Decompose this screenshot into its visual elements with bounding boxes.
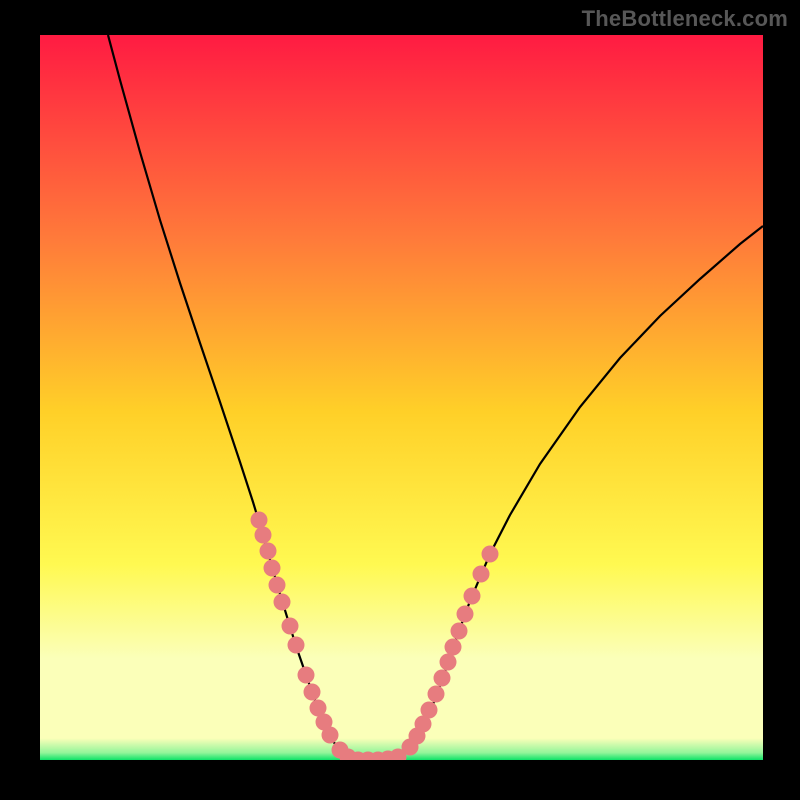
data-marker: [482, 546, 499, 563]
stage: TheBottleneck.com: [0, 0, 800, 800]
data-marker: [451, 623, 468, 640]
data-marker: [274, 594, 291, 611]
data-marker: [269, 577, 286, 594]
data-marker: [251, 512, 268, 529]
data-marker: [434, 670, 451, 687]
data-marker: [255, 527, 272, 544]
data-marker: [428, 686, 445, 703]
data-marker: [260, 543, 277, 560]
watermark-text: TheBottleneck.com: [582, 6, 788, 32]
data-marker: [304, 684, 321, 701]
data-marker: [464, 588, 481, 605]
data-marker: [445, 639, 462, 656]
chart-plot-area: [40, 35, 763, 760]
gradient-background: [40, 35, 763, 760]
data-marker: [322, 727, 339, 744]
chart-svg: [40, 35, 763, 760]
data-marker: [298, 667, 315, 684]
data-marker: [457, 606, 474, 623]
data-marker: [421, 702, 438, 719]
data-marker: [473, 566, 490, 583]
data-marker: [288, 637, 305, 654]
data-marker: [440, 654, 457, 671]
data-marker: [264, 560, 281, 577]
data-marker: [282, 618, 299, 635]
